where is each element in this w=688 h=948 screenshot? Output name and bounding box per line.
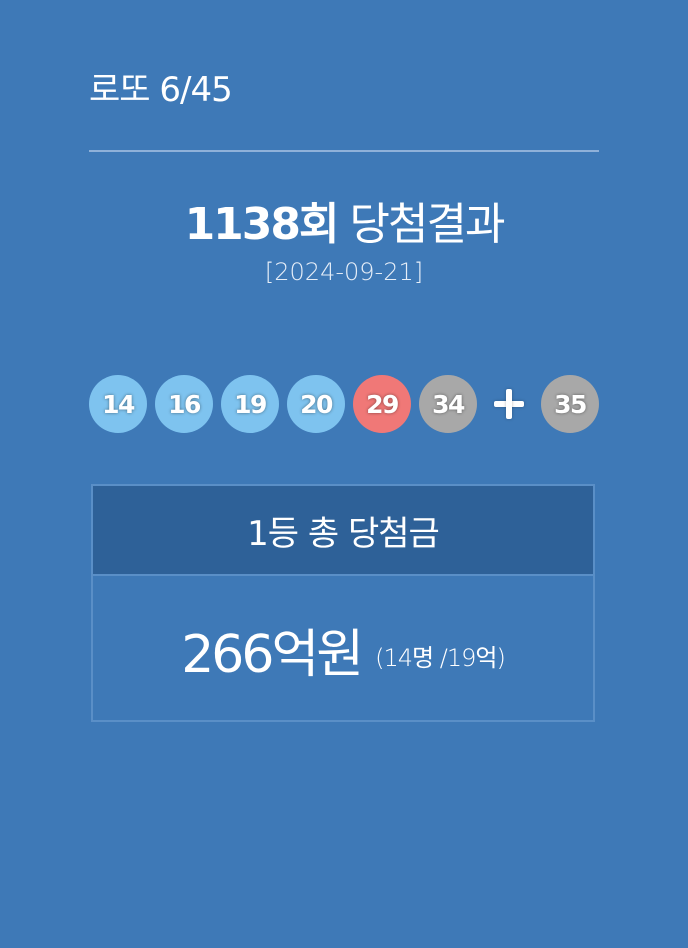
first-prize-box: 1등 총 당첨금 266억원 (14명 /19억) [91,484,595,722]
first-prize-detail: (14명 /19억) [375,643,506,672]
number-ball-1: 14 [89,375,147,433]
draw-date: [2024-09-21] [264,258,424,286]
number-ball-2: 16 [155,375,213,433]
number-ball-4: 20 [287,375,345,433]
number-ball-6: 34 [419,375,477,433]
bonus-ball: 35 [541,375,599,433]
first-prize-amount: 266억원 [181,624,364,685]
number-ball-5: 29 [353,375,411,433]
plus-icon [480,375,538,433]
header-divider [89,150,599,152]
draw-result-label: 당첨결과 [349,199,506,250]
draw-round: 1138회 [184,199,340,250]
first-prize-heading: 1등 총 당첨금 [93,486,593,576]
draw-title: 1138회 당첨결과 [0,188,688,252]
number-ball-3: 19 [221,375,279,433]
lotto-brand: 로또 6/45 [89,70,233,110]
first-prize-body: 266억원 (14명 /19억) [93,576,593,722]
